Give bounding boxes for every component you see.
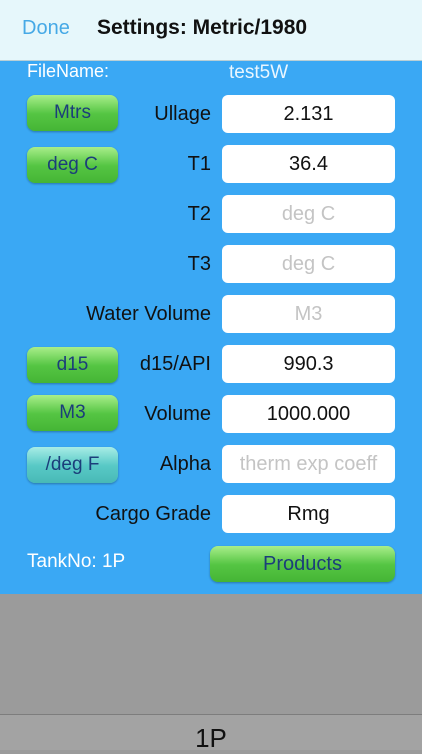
navigation-bar: Done Settings: Metric/1980 [0, 0, 422, 61]
ullage-field[interactable]: 2.131 [222, 95, 395, 133]
alpha-label: Alpha [159, 453, 211, 475]
d15-label: d15/API [139, 353, 211, 375]
ullage-label: Ullage [154, 103, 211, 125]
water-volume-field[interactable]: M3 [222, 295, 395, 333]
t2-label: T2 [187, 203, 211, 225]
settings-panel: FileName: test5W Mtrs Ullage 2.131 deg C… [0, 61, 422, 594]
t2-field[interactable]: deg C [222, 195, 395, 233]
water-volume-label: Water Volume [86, 303, 211, 325]
temperature-unit-button[interactable]: deg C [27, 147, 118, 183]
ullage-unit-button[interactable]: Mtrs [27, 95, 118, 131]
volume-label: Volume [144, 403, 211, 425]
done-button[interactable]: Done [22, 17, 70, 40]
cargo-grade-label: Cargo Grade [95, 503, 211, 525]
d15-field[interactable]: 990.3 [222, 345, 395, 383]
t3-label: T3 [187, 253, 211, 275]
alpha-unit-button[interactable]: /deg F [27, 447, 118, 483]
products-button[interactable]: Products [210, 546, 395, 582]
filename-label: FileName: [27, 61, 110, 81]
page-title: Settings: Metric/1980 [97, 16, 308, 39]
t1-label: T1 [187, 153, 211, 175]
cargo-grade-field[interactable]: Rmg [222, 495, 395, 533]
t3-field[interactable]: deg C [222, 245, 395, 283]
picker-selected-value: 1P [195, 723, 227, 753]
picker-selection-row[interactable]: 1P [0, 715, 422, 753]
alpha-field[interactable]: therm exp coeff [222, 445, 395, 483]
t1-field[interactable]: 36.4 [222, 145, 395, 183]
volume-field[interactable]: 1000.000 [222, 395, 395, 433]
tank-picker[interactable] [0, 594, 422, 714]
tank-number-label: TankNo: 1P [27, 551, 126, 572]
filename-value: test5W [229, 62, 289, 83]
volume-unit-button[interactable]: M3 [27, 395, 118, 431]
density-unit-button[interactable]: d15 [27, 347, 118, 383]
